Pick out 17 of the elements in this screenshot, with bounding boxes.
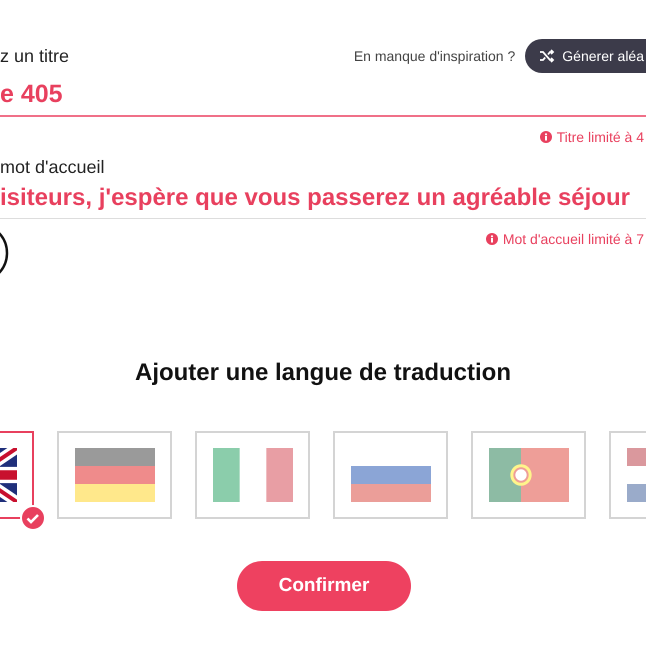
info-icon (486, 233, 498, 245)
info-icon (540, 131, 552, 143)
shuffle-icon (539, 49, 556, 63)
check-icon (20, 505, 46, 531)
generate-button[interactable]: Génerer aléa (525, 39, 646, 73)
hint-text: En manque d'inspiration ? (354, 48, 516, 64)
flag-icon (488, 448, 568, 502)
welcome-input[interactable]: isiteurs, j'espère que vous passerez un agréable séjour (0, 178, 646, 219)
title-input[interactable]: e 405 (0, 74, 646, 117)
section-heading: Ajouter une langue de traduction (134, 359, 512, 387)
flag-icon (74, 448, 154, 502)
limit-note: Titre limité à 4 (556, 129, 644, 145)
limit-note: Mot d'accueil limité à 7 (502, 231, 644, 247)
field-label: z un titre (0, 46, 70, 66)
flag-icon (212, 448, 292, 502)
field-label: mot d'accueil (0, 157, 104, 178)
confirm-button[interactable]: Confirmer (236, 561, 412, 611)
